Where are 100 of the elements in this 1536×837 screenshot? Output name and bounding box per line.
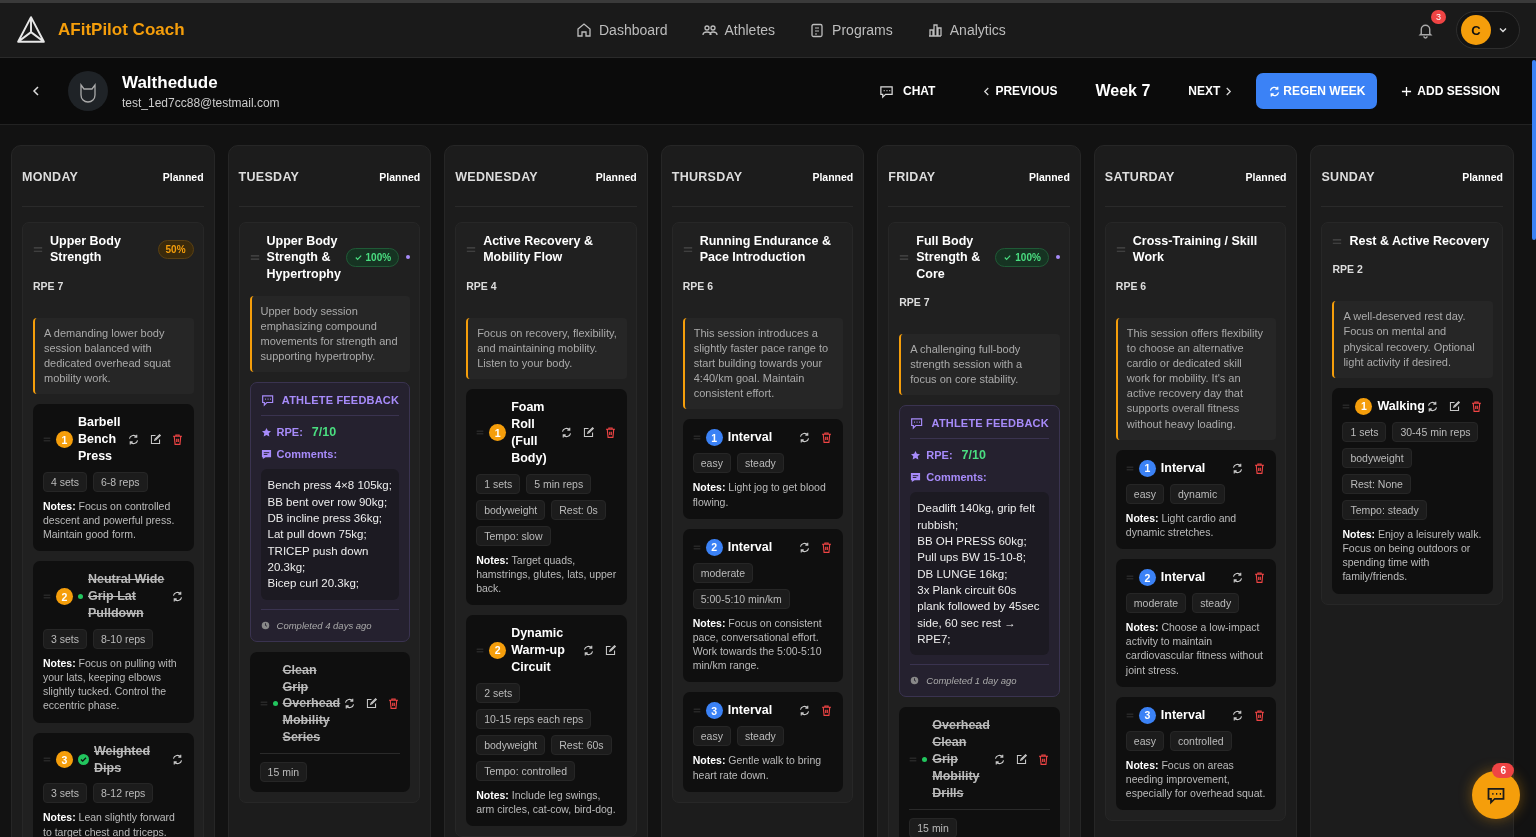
exercise-tag: Rest: 0s xyxy=(551,499,606,520)
edit-icon[interactable] xyxy=(1014,752,1028,766)
add-session-button[interactable]: ADD SESSION xyxy=(1395,76,1506,106)
nav-link[interactable]: Athletes xyxy=(701,22,776,38)
session-description: A challenging full-body strength session with a focus on core stability. xyxy=(899,333,1060,396)
comment-line: TRICEP push down 20.3kg; xyxy=(267,543,370,576)
day-status: Planned xyxy=(1029,171,1070,183)
delete-icon[interactable] xyxy=(1253,708,1267,722)
exercise-number: 2 xyxy=(489,641,507,659)
chevron-right-icon xyxy=(1225,85,1233,97)
exercise-tag: bodyweight xyxy=(1342,447,1412,468)
edit-icon[interactable] xyxy=(365,697,379,711)
drag-handle-icon[interactable] xyxy=(1342,402,1351,410)
drag-handle-icon[interactable] xyxy=(43,436,51,443)
swap-icon[interactable] xyxy=(559,426,573,440)
exercise-tag: controlled xyxy=(1170,730,1232,751)
exercise-tag: 15 min xyxy=(909,817,957,837)
exercise-tag: 10-15 reps each reps xyxy=(476,708,592,729)
delete-icon[interactable] xyxy=(603,426,617,440)
delete-icon[interactable] xyxy=(1470,399,1483,413)
exercise-number: 3 xyxy=(705,702,723,720)
rpe-value: 7/10 xyxy=(961,448,986,463)
previous-week-button[interactable]: PREVIOUS xyxy=(977,76,1064,106)
nav-link[interactable]: Programs xyxy=(809,22,893,38)
delete-icon[interactable] xyxy=(1253,571,1267,585)
comments-label: Comments: xyxy=(926,471,987,484)
feedback-dot xyxy=(1055,255,1060,260)
drag-handle-icon[interactable] xyxy=(476,429,485,437)
delete-icon[interactable] xyxy=(387,697,401,711)
delete-icon[interactable] xyxy=(820,540,834,554)
regen-week-button[interactable]: REGEN WEEK xyxy=(1256,73,1378,109)
drag-handle-icon[interactable] xyxy=(692,434,701,442)
drag-handle-icon[interactable] xyxy=(692,543,701,551)
drag-handle-icon[interactable] xyxy=(43,756,51,763)
swap-icon[interactable] xyxy=(1231,708,1245,722)
delete-icon[interactable] xyxy=(1253,461,1267,475)
exercise-tag: Tempo: slow xyxy=(476,525,551,546)
comment-line: Lat pull down 75kg; xyxy=(267,527,368,543)
swap-icon[interactable] xyxy=(170,590,184,604)
swap-icon[interactable] xyxy=(798,431,812,445)
drag-handle-icon[interactable] xyxy=(899,253,910,261)
back-icon[interactable] xyxy=(30,85,42,97)
brand-name: AFitPilot Coach xyxy=(58,20,185,40)
exercise-notes: Notes: Target quads, hamstrings, glutes, lats, upper back. xyxy=(476,552,617,596)
delete-icon[interactable] xyxy=(820,431,834,445)
swap-icon[interactable] xyxy=(1231,461,1245,475)
drag-handle-icon[interactable] xyxy=(476,646,485,654)
comment-line: BB bent over row 90kg; xyxy=(267,494,389,510)
drag-handle-icon[interactable] xyxy=(1332,237,1343,245)
drag-handle-icon[interactable] xyxy=(33,245,43,253)
drag-handle-icon[interactable] xyxy=(1115,245,1126,253)
next-week-button[interactable]: NEXT xyxy=(1182,76,1239,106)
nav-link[interactable]: Dashboard xyxy=(576,22,668,38)
drag-handle-icon[interactable] xyxy=(43,593,51,601)
swap-icon[interactable] xyxy=(1426,399,1439,413)
edit-icon[interactable] xyxy=(148,433,162,446)
day-name: TUESDAY xyxy=(238,170,300,184)
exercise-tag: 30-45 min reps xyxy=(1392,421,1479,442)
nav-link[interactable]: Analytics xyxy=(926,22,1006,38)
comment-line: Pull ups BW 15-10-8; xyxy=(917,550,1027,566)
exercise-notes: Notes: Focus on controlled descent and powerful press. Maintain good form. xyxy=(43,498,176,542)
comment-line: DB incline press 36kg; xyxy=(267,511,383,527)
session-rpe: RPE 7 xyxy=(33,279,65,292)
swap-icon[interactable] xyxy=(798,540,812,554)
swap-icon[interactable] xyxy=(170,753,184,766)
swap-icon[interactable] xyxy=(126,433,140,446)
edit-icon[interactable] xyxy=(581,426,595,440)
drag-handle-icon[interactable] xyxy=(1125,711,1134,719)
exercise-notes: Notes: Light cardio and dynamic stretches. xyxy=(1125,510,1238,540)
swap-icon[interactable] xyxy=(581,643,595,657)
swap-icon[interactable] xyxy=(343,697,357,711)
feedback-heading: ATHLETE FEEDBACK xyxy=(281,394,400,407)
exercise-title: Foam Roll (Full Body) xyxy=(511,399,548,467)
drag-handle-icon[interactable] xyxy=(466,245,477,253)
drag-handle-icon[interactable] xyxy=(259,700,268,708)
swap-icon[interactable] xyxy=(798,704,812,718)
session-description: This session introduces a slightly faster pace range to start building towards your 4:40/km goal. Maintain consistent effort. xyxy=(682,317,844,410)
session-rpe: RPE 4 xyxy=(466,279,498,292)
drag-handle-icon[interactable] xyxy=(692,707,701,715)
session-description: A well-deserved rest day. Focus on mental and physical recovery. Optional light activity if desired. xyxy=(1332,301,1493,378)
delete-icon[interactable] xyxy=(170,433,184,446)
drag-handle-icon[interactable] xyxy=(249,253,260,261)
drag-handle-icon[interactable] xyxy=(1125,464,1134,472)
delete-icon[interactable] xyxy=(820,704,834,718)
edit-icon[interactable] xyxy=(1448,399,1461,413)
swap-icon[interactable] xyxy=(992,752,1006,766)
exercise-title: Clean Grip Overhead Mobility Series xyxy=(282,661,339,747)
drag-handle-icon[interactable] xyxy=(1125,574,1134,582)
drag-handle-icon[interactable] xyxy=(909,755,918,763)
swap-icon[interactable] xyxy=(1231,571,1245,585)
comment-icon xyxy=(910,471,922,483)
exercise-notes: Notes: Enjoy a leisurely walk. Focus on being outdoors or spending time with family/friends. xyxy=(1342,526,1483,584)
edit-icon[interactable] xyxy=(603,643,617,657)
chat-button[interactable]: CHAT xyxy=(872,75,942,107)
user-menu[interactable]: C xyxy=(1456,11,1520,49)
completion-badge: 100% xyxy=(345,247,400,267)
delete-icon[interactable] xyxy=(1036,752,1050,766)
day-name: FRIDAY xyxy=(888,170,936,184)
comment-line: DB LUNGE 16kg; xyxy=(917,566,1009,582)
drag-handle-icon[interactable] xyxy=(682,245,693,253)
